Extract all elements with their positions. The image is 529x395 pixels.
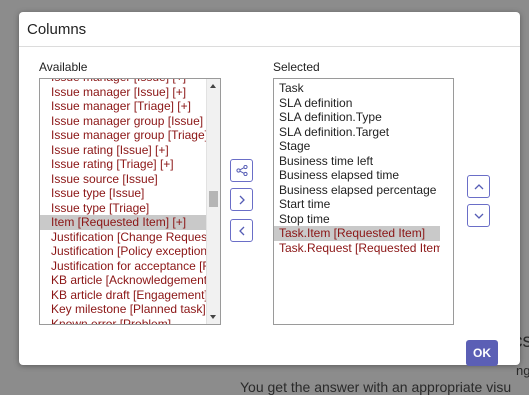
selected-option[interactable]: Task.Request [Requested Item]: [274, 241, 440, 256]
chevron-right-icon: [239, 195, 245, 204]
selected-option[interactable]: Business elapsed time: [274, 168, 440, 183]
add-column-button[interactable]: [230, 188, 253, 211]
available-option[interactable]: Justification [Change Request: [40, 230, 207, 245]
available-scrollbar[interactable]: [206, 79, 220, 324]
chevron-up-icon: [474, 183, 483, 189]
move-up-button[interactable]: [467, 175, 490, 198]
selected-option[interactable]: SLA definition: [274, 96, 440, 111]
scroll-thumb[interactable]: [209, 191, 218, 207]
available-list[interactable]: Issue manager [Issue] [+] Issue manager […: [39, 78, 221, 325]
selected-options: Task SLA definition SLA definition.Type SLA…: [274, 81, 440, 255]
selected-option[interactable]: Stop time: [274, 212, 440, 227]
chevron-left-icon: [238, 226, 244, 235]
share-nodes-icon: [235, 165, 248, 176]
available-option[interactable]: Issue type [Triage]: [40, 201, 207, 216]
available-option[interactable]: Justification [Policy exception]: [40, 244, 207, 259]
scroll-up-arrow-icon[interactable]: [210, 84, 216, 88]
remove-column-button[interactable]: [230, 219, 253, 242]
available-options: Issue manager [Issue] [+] Issue manager […: [40, 79, 207, 325]
selected-option[interactable]: Business elapsed percentage: [274, 183, 440, 198]
available-option[interactable]: Issue type [Issue]: [40, 186, 207, 201]
share-nodes-button[interactable]: [230, 159, 253, 182]
scroll-down-arrow-icon[interactable]: [210, 315, 216, 319]
background-text: You get the answer with an appropriate v…: [240, 379, 512, 395]
selected-option[interactable]: SLA definition.Type: [274, 110, 440, 125]
available-option[interactable]: KB article [Acknowledgement: [40, 273, 207, 288]
ok-button[interactable]: OK: [466, 340, 498, 366]
available-option[interactable]: Key milestone [Planned task]: [40, 302, 207, 317]
available-label: Available: [39, 60, 88, 74]
dialog-title: Columns: [27, 21, 87, 38]
background-text: ng: [516, 363, 529, 378]
selected-label: Selected: [273, 60, 320, 74]
chevron-down-icon: [474, 213, 483, 219]
available-option[interactable]: Issue manager [Triage] [+]: [40, 99, 207, 114]
available-option[interactable]: Issue manager group [Triage] [: [40, 128, 207, 143]
move-down-button[interactable]: [467, 204, 490, 227]
selected-option[interactable]: Stage: [274, 139, 440, 154]
available-option[interactable]: Issue source [Issue]: [40, 172, 207, 187]
available-option[interactable]: Known error [Problem]: [40, 317, 207, 325]
selected-option[interactable]: Start time: [274, 197, 440, 212]
selected-option[interactable]: Task.Item [Requested Item]: [274, 226, 440, 241]
available-option[interactable]: Issue manager [Issue] [+]: [40, 79, 207, 85]
available-option[interactable]: Issue manager group [Issue] [+: [40, 114, 207, 129]
available-option[interactable]: KB article draft [Engagement]: [40, 288, 207, 303]
selected-option[interactable]: Task: [274, 81, 440, 96]
available-option[interactable]: Issue rating [Issue] [+]: [40, 143, 207, 158]
selected-option[interactable]: SLA definition.Target: [274, 125, 440, 140]
available-option[interactable]: Justification for acceptance [R: [40, 259, 207, 274]
available-option[interactable]: Item [Requested Item] [+]: [40, 215, 207, 230]
header-divider: [19, 46, 520, 47]
selected-option[interactable]: Business time left: [274, 154, 440, 169]
selected-list[interactable]: Task SLA definition SLA definition.Type SLA…: [273, 78, 454, 325]
available-option[interactable]: Issue rating [Triage] [+]: [40, 157, 207, 172]
available-option[interactable]: Issue manager [Issue] [+]: [40, 85, 207, 100]
